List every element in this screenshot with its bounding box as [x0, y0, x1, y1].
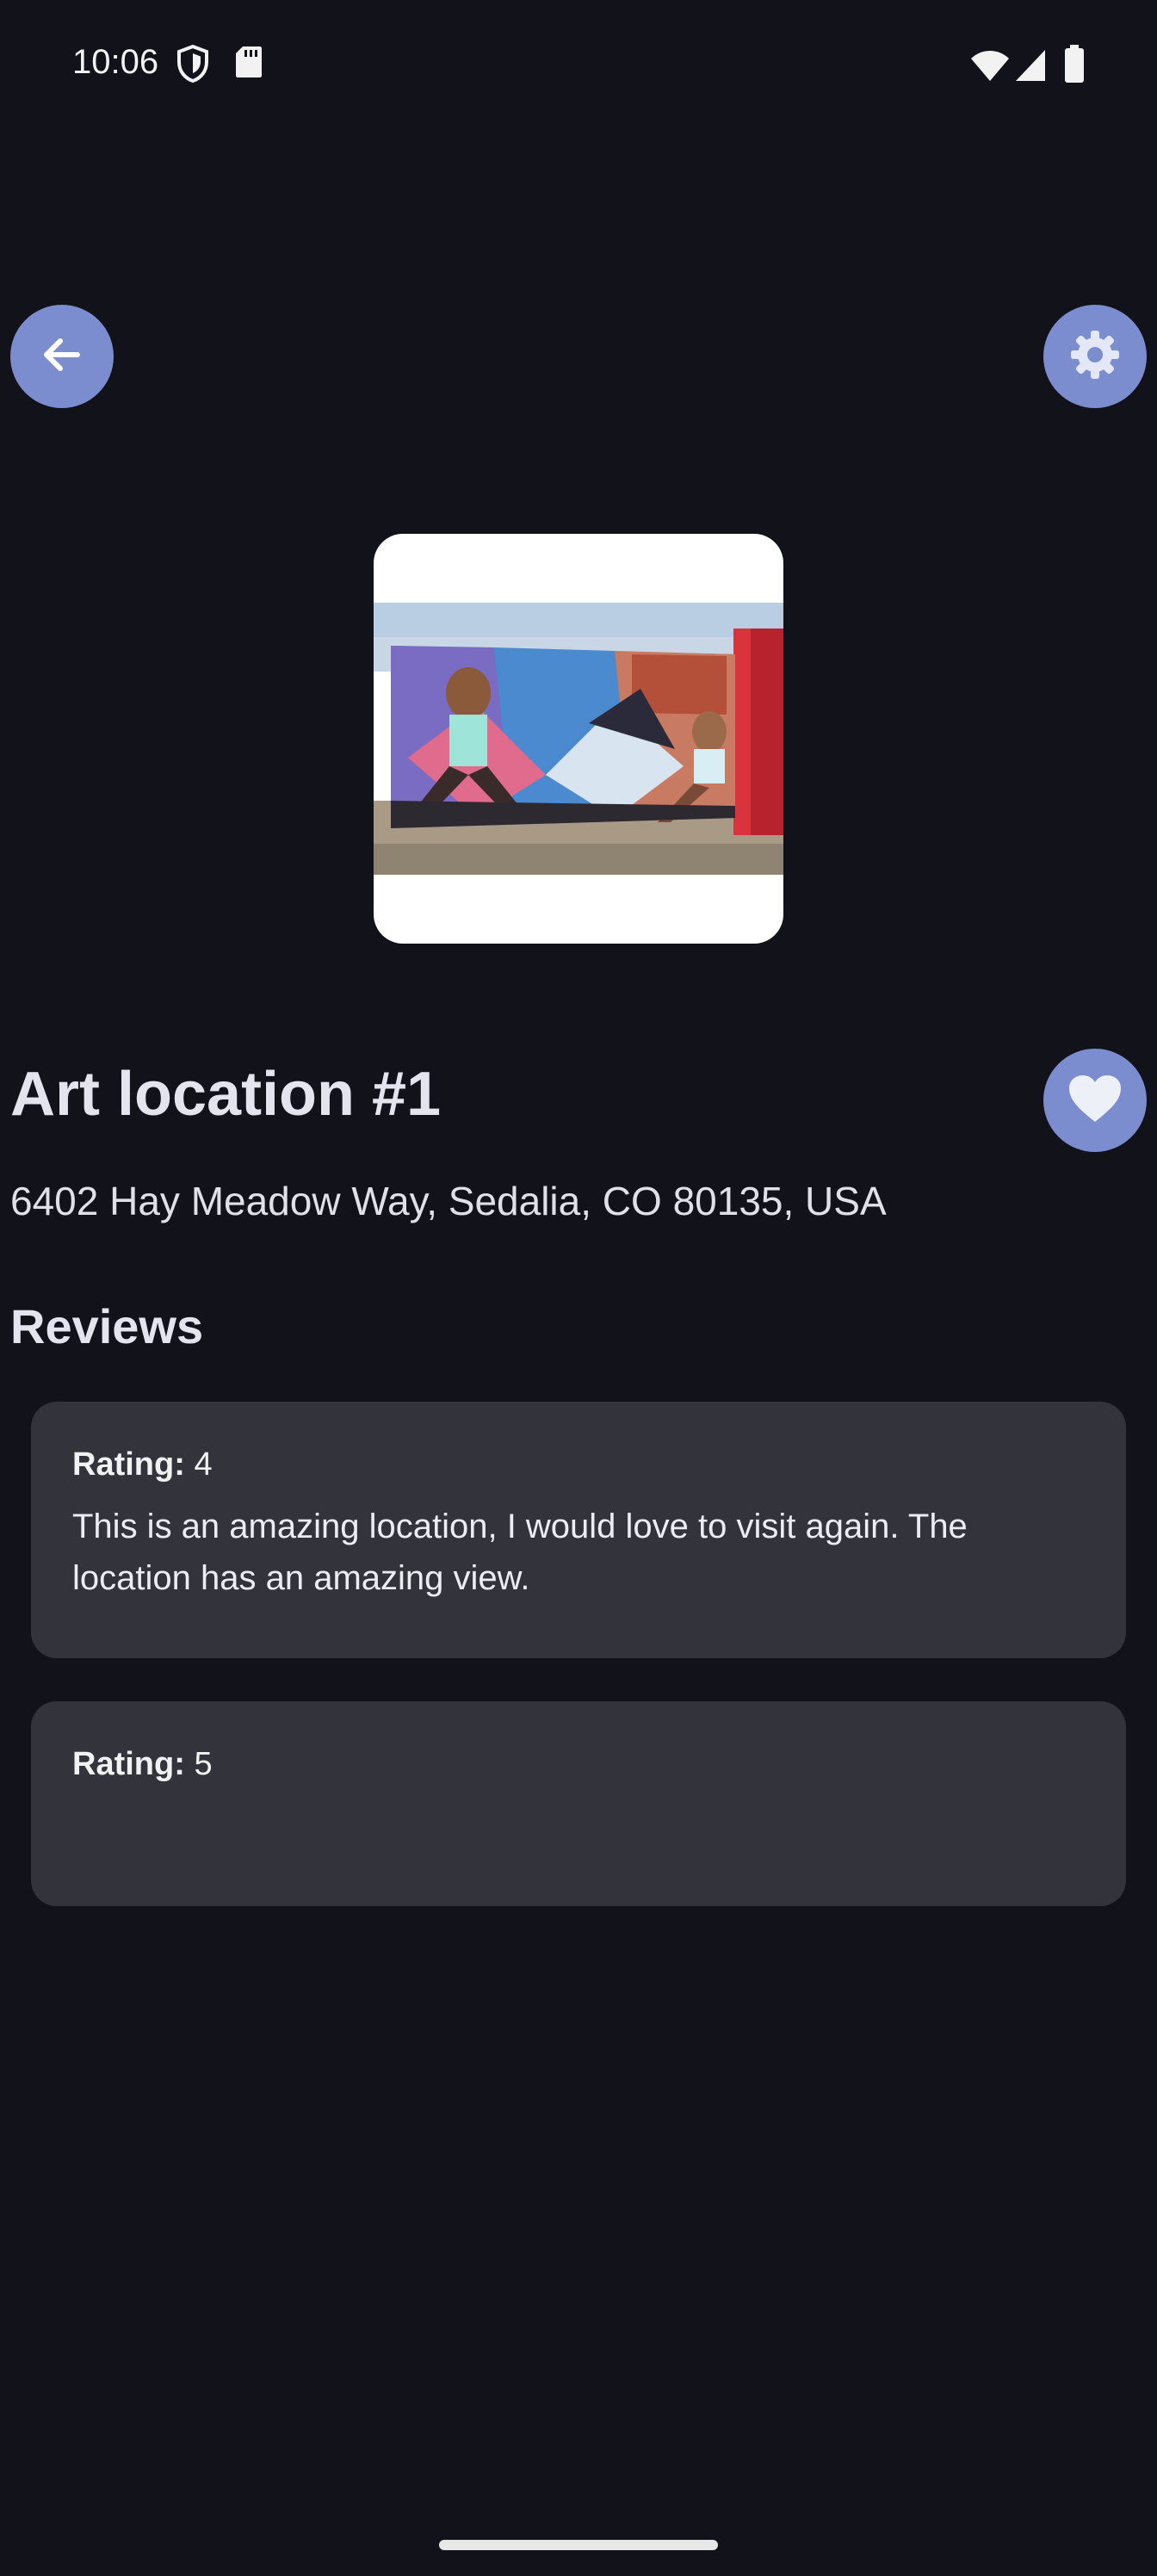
review-text: This is an amazing location, I would lov…: [72, 1508, 968, 1597]
arrow-back-icon: [38, 331, 86, 383]
review-card: Rating: 5: [31, 1701, 1126, 1906]
rating-value: 5: [194, 1746, 213, 1782]
review-rating: Rating: 4: [72, 1446, 1085, 1483]
location-photo: [374, 534, 783, 944]
home-indicator[interactable]: [439, 2540, 718, 2550]
location-title: Art location #1: [10, 1060, 442, 1129]
favorite-button[interactable]: [1043, 1049, 1147, 1152]
location-address: 6402 Hay Meadow Way, Sedalia, CO 80135, …: [10, 1179, 887, 1223]
gear-icon: [1067, 327, 1123, 387]
rating-label: Rating:: [72, 1446, 185, 1483]
settings-button[interactable]: [1043, 305, 1147, 408]
rating-label: Rating:: [72, 1746, 185, 1782]
sd-card-icon: [234, 45, 263, 84]
mural-image: [374, 603, 783, 875]
status-bar: 10:06: [0, 0, 1157, 138]
heart-icon: [1067, 1074, 1123, 1128]
review-card: Rating: 4 This is an amazing location, I…: [31, 1402, 1126, 1658]
battery-icon: [1064, 45, 1085, 89]
back-button[interactable]: [10, 305, 114, 408]
review-rating: Rating: 5: [72, 1746, 1085, 1783]
wifi-icon: [969, 48, 1011, 87]
status-time: 10:06: [72, 43, 159, 81]
reviews-heading: Reviews: [10, 1299, 204, 1353]
rating-value: 4: [194, 1446, 213, 1483]
signal-icon: [1014, 48, 1047, 87]
shield-icon: [176, 44, 210, 87]
